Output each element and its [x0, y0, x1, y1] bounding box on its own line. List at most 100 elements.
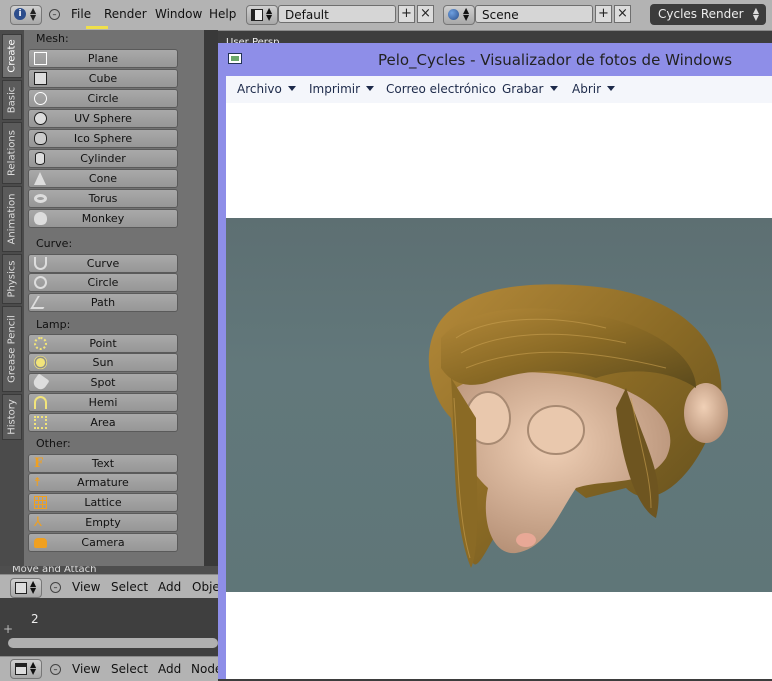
add-monkey-button[interactable]: Monkey [28, 209, 178, 228]
collapse-menu-icon[interactable]: – [50, 664, 61, 675]
menu-abrir[interactable]: Abrir [572, 82, 616, 96]
add-area-lamp-label: Area [90, 416, 116, 429]
menu-imprimir[interactable]: Imprimir [309, 82, 375, 96]
tab-physics-label: Physics [6, 260, 18, 298]
tab-history-label: History [6, 399, 18, 435]
add-camera-button[interactable]: Camera [28, 533, 178, 552]
curve-section-label: Curve: [36, 237, 73, 250]
chevron-down-icon [607, 86, 616, 91]
add-camera-label: Camera [81, 536, 125, 549]
add-empty-label: Empty [85, 516, 121, 529]
plus-icon: + [598, 6, 609, 21]
add-plane-button[interactable]: Plane [28, 49, 178, 68]
tab-grease-pencil-label: Grease Pencil [6, 315, 18, 383]
editor-type-node-button[interactable]: ▲ ▼ [10, 659, 42, 679]
add-torus-button[interactable]: Torus [28, 189, 178, 208]
chevron-updown-icon: ▲ ▼ [752, 6, 759, 22]
close-icon: × [420, 6, 431, 21]
tab-physics[interactable]: Physics [2, 254, 22, 304]
add-cylinder-button[interactable]: Cylinder [28, 149, 178, 168]
scene-field[interactable]: Scene [475, 5, 593, 23]
timeline-scrollbar[interactable] [8, 638, 218, 648]
add-lattice-button[interactable]: Lattice [28, 493, 178, 512]
add-path-button[interactable]: Path [28, 293, 178, 312]
add-layout-button[interactable]: + [398, 5, 415, 23]
tab-create[interactable]: Create [2, 34, 22, 78]
tab-basic-label: Basic [6, 86, 18, 114]
editor-type-button[interactable]: i ▲ ▼ [10, 5, 42, 25]
add-scene-button[interactable]: + [595, 5, 612, 23]
plus-icon[interactable]: + [3, 622, 13, 636]
add-sun-lamp-button[interactable]: Sun [28, 353, 178, 372]
scene-selector-button[interactable]: ▲ ▼ [443, 5, 475, 25]
add-path-label: Path [90, 296, 116, 309]
menu-archivo-label: Archivo [237, 82, 282, 96]
other-section-label: Other: [36, 437, 71, 450]
layout-grid-icon [251, 9, 263, 21]
chevron-updown-icon: ▲ ▼ [266, 6, 273, 22]
add-area-lamp-button[interactable]: Area [28, 413, 178, 432]
chevron-down-icon [549, 86, 558, 91]
add-armature-button[interactable]: ☨ Armature [28, 473, 178, 492]
add-cylinder-label: Cylinder [80, 152, 126, 165]
add-lattice-label: Lattice [84, 496, 122, 509]
add-uv-sphere-button[interactable]: UV Sphere [28, 109, 178, 128]
node-editor-icon [15, 663, 27, 675]
add-cone-label: Cone [88, 172, 118, 185]
editor-type-3dview-button[interactable]: ▲ ▼ [10, 578, 42, 598]
menu-select[interactable]: Select [111, 662, 148, 676]
viewport-edge [204, 30, 218, 566]
tab-create-label: Create [6, 39, 18, 73]
timeline-area[interactable]: 2 + [0, 598, 218, 656]
render-engine-select[interactable]: Cycles Render ▲ ▼ [650, 4, 766, 25]
tab-grease-pencil[interactable]: Grease Pencil [2, 306, 22, 392]
menu-select[interactable]: Select [111, 580, 148, 594]
menu-window[interactable]: Window [155, 7, 202, 21]
add-empty-button[interactable]: ⅄ Empty [28, 513, 178, 532]
tab-animation[interactable]: Animation [2, 186, 22, 252]
menu-archivo[interactable]: Archivo [237, 82, 296, 96]
add-cube-label: Cube [88, 72, 118, 85]
add-circle-button[interactable]: Circle [28, 89, 178, 108]
add-hemi-lamp-button[interactable]: Hemi [28, 393, 178, 412]
menu-add[interactable]: Add [158, 662, 181, 676]
view3d-icon [15, 582, 27, 594]
info-icon: i [14, 8, 26, 20]
add-curve-button[interactable]: Curve [28, 254, 178, 273]
add-curve-circle-button[interactable]: Circle [28, 273, 178, 292]
image-canvas[interactable] [226, 103, 772, 679]
menu-help[interactable]: Help [209, 7, 236, 21]
tab-animation-label: Animation [6, 193, 18, 245]
tab-basic[interactable]: Basic [2, 80, 22, 120]
chevron-updown-icon: ▲ ▼ [30, 660, 37, 676]
tab-relations-label: Relations [6, 130, 18, 176]
remove-layout-button[interactable]: × [417, 5, 434, 23]
menu-render[interactable]: Render [104, 7, 147, 21]
collapse-menu-icon[interactable]: – [50, 582, 61, 593]
add-cone-button[interactable]: Cone [28, 169, 178, 188]
add-cube-button[interactable]: Cube [28, 69, 178, 88]
add-ico-sphere-button[interactable]: Ico Sphere [28, 129, 178, 148]
menu-view[interactable]: View [72, 580, 100, 594]
add-ico-sphere-label: Ico Sphere [73, 132, 133, 145]
collapse-menu-icon[interactable]: – [49, 9, 60, 20]
menu-grabar[interactable]: Grabar [502, 82, 558, 96]
add-curve-circle-label: Circle [87, 276, 119, 289]
add-sun-lamp-label: Sun [92, 356, 114, 369]
menu-view[interactable]: View [72, 662, 100, 676]
scene-icon [448, 9, 459, 20]
move-and-attach-panel[interactable]: Move and Attach [0, 566, 218, 574]
remove-scene-button[interactable]: × [614, 5, 631, 23]
screen-layout-button[interactable]: ▲ ▼ [246, 5, 278, 25]
add-text-button[interactable]: F Text [28, 454, 178, 473]
tab-history[interactable]: History [2, 394, 22, 440]
tab-relations[interactable]: Relations [2, 122, 22, 184]
menu-correo[interactable]: Correo electrónico [386, 82, 496, 96]
menu-file[interactable]: File [71, 7, 91, 21]
tool-shelf-tabs: Create Basic Relations Animation Physics… [0, 30, 24, 566]
add-curve-label: Curve [86, 257, 120, 270]
screen-layout-field[interactable]: Default [278, 5, 396, 23]
add-point-lamp-button[interactable]: Point [28, 334, 178, 353]
add-spot-lamp-button[interactable]: Spot [28, 373, 178, 392]
menu-add[interactable]: Add [158, 580, 181, 594]
